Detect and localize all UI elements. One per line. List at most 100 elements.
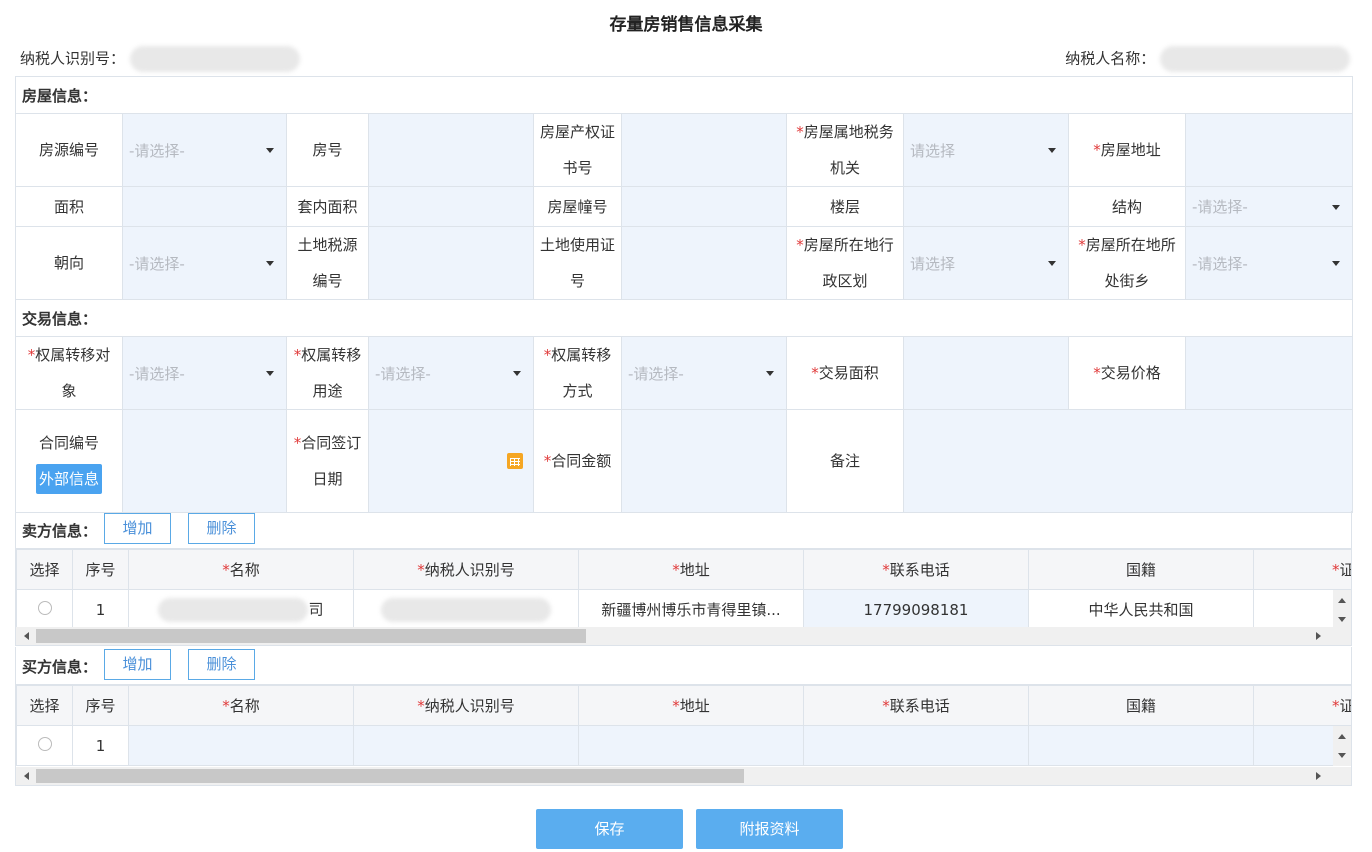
row-taxid[interactable] (353, 589, 579, 630)
taxpayer-id-redacted (129, 46, 300, 72)
buyer-add-button[interactable]: 增加 (104, 649, 171, 680)
col-address: *地址 (578, 685, 804, 726)
table-row[interactable]: 1 司 新疆博州博乐市青得里镇... 17799098181 中华人民共和国 居 (16, 589, 1351, 630)
taxpayer-id: 纳税人识别号： (20, 46, 300, 72)
chevron-down-icon (1332, 261, 1341, 266)
col-seq: 序号 (72, 549, 129, 590)
seller-delete-button[interactable]: 删除 (188, 513, 255, 544)
street-label: *房屋所在地所处街乡 (1068, 226, 1186, 300)
buyer-delete-button[interactable]: 删除 (188, 649, 255, 680)
contract-amount-input[interactable] (621, 409, 787, 513)
save-button[interactable]: 保存 (536, 809, 683, 849)
land-cert-no-input[interactable] (621, 226, 787, 300)
land-tax-no-input[interactable] (368, 226, 534, 300)
row-seq: 1 (72, 725, 129, 766)
sign-date-input[interactable] (368, 409, 534, 513)
col-nationality: 国籍 (1028, 549, 1254, 590)
trade-area-label: *交易面积 (786, 336, 904, 410)
address-input[interactable] (1184, 113, 1354, 187)
house-section-title: 房屋信息： (14, 76, 1354, 114)
sign-date-label: *合同签订日期 (286, 409, 369, 513)
row-radio[interactable] (16, 725, 73, 766)
seller-add-button[interactable]: 增加 (104, 513, 171, 544)
transfer-mode-select[interactable]: -请选择- (621, 336, 787, 410)
district-label: *房屋所在地行政区划 (786, 226, 904, 300)
scroll-right-icon[interactable] (1316, 772, 1321, 780)
district-select[interactable]: 请选择 (903, 226, 1069, 300)
scroll-up-icon[interactable] (1338, 734, 1346, 739)
tax-office-select[interactable]: 请选择 (903, 113, 1069, 187)
chevron-down-icon (1048, 148, 1056, 153)
row-nationality[interactable] (1028, 725, 1254, 766)
building-no-input[interactable] (621, 186, 787, 227)
calendar-icon[interactable] (507, 453, 523, 469)
scroll-up-icon[interactable] (1338, 598, 1346, 603)
scroll-down-icon[interactable] (1338, 753, 1346, 758)
contract-no-label: 合同编号 (38, 434, 99, 452)
chevron-down-icon (266, 148, 274, 153)
room-no-input[interactable] (368, 113, 534, 187)
scroll-left-icon[interactable] (24, 772, 29, 780)
scroll-down-icon[interactable] (1338, 617, 1346, 622)
contract-amount-label: *合同金额 (533, 409, 622, 513)
structure-label: 结构 (1068, 186, 1186, 227)
cert-no-input[interactable] (621, 113, 787, 187)
col-taxid: *纳税人识别号 (353, 549, 579, 590)
transfer-use-select[interactable]: -请选择- (368, 336, 534, 410)
area-input[interactable] (122, 186, 287, 227)
col-taxid: *纳税人识别号 (353, 685, 579, 726)
row-seq: 1 (72, 589, 129, 630)
orientation-select[interactable]: -请选择- (122, 226, 287, 300)
taxpayer-name-label: 纳税人名称： (1065, 49, 1156, 68)
floor-label: 楼层 (786, 186, 904, 227)
chevron-down-icon (1048, 261, 1056, 266)
tax-office-label: *房屋属地税务机关 (786, 113, 904, 187)
structure-select[interactable]: -请选择- (1184, 186, 1354, 227)
row-phone[interactable] (803, 725, 1029, 766)
chevron-down-icon (266, 371, 274, 376)
seller-vscroll[interactable] (1333, 590, 1351, 630)
table-row[interactable]: 1 (16, 725, 1351, 766)
floor-input[interactable] (903, 186, 1069, 227)
cert-no-label: 房屋产权证书号 (533, 113, 622, 187)
taxpayer-id-label: 纳税人识别号： (20, 49, 126, 68)
street-select[interactable]: -请选择- (1184, 226, 1354, 300)
row-taxid[interactable] (353, 725, 579, 766)
row-address[interactable] (578, 725, 804, 766)
transfer-object-select[interactable]: -请选择- (122, 336, 287, 410)
seller-scroll-thumb[interactable] (36, 629, 586, 643)
scroll-left-icon[interactable] (24, 632, 29, 640)
row-name[interactable] (128, 725, 354, 766)
address-label: *房屋地址 (1068, 113, 1186, 187)
row-phone[interactable]: 17799098181 (803, 589, 1029, 630)
row-name[interactable]: 司 (128, 589, 354, 630)
buyer-hscroll[interactable] (16, 767, 1351, 785)
remark-input[interactable] (902, 409, 1354, 513)
room-no-label: 房号 (286, 113, 369, 187)
external-info-button[interactable]: 外部信息 (35, 464, 102, 494)
contract-no-input[interactable] (122, 409, 287, 513)
chevron-down-icon (1332, 204, 1341, 210)
buyer-scroll-thumb[interactable] (36, 769, 744, 783)
buyer-grid: 选择 序号 *名称 *纳税人识别号 *地址 *联系电话 国籍 *证 1 (15, 684, 1352, 786)
scroll-right-icon[interactable] (1316, 632, 1321, 640)
inner-area-input[interactable] (368, 186, 534, 227)
buyer-vscroll[interactable] (1333, 726, 1351, 766)
trade-price-label: *交易价格 (1068, 336, 1186, 410)
transfer-mode-label: *权属转移方式 (533, 336, 622, 410)
seller-bar: 卖方信息： 增加 删除 (15, 511, 1352, 548)
source-no-select[interactable]: -请选择- (122, 113, 287, 187)
seller-hscroll[interactable] (16, 627, 1351, 645)
trade-area-input[interactable] (903, 336, 1069, 410)
row-address[interactable]: 新疆博州博乐市青得里镇... (578, 589, 804, 630)
col-select: 选择 (16, 685, 73, 726)
trade-price-input[interactable] (1184, 336, 1354, 410)
col-cert: *证 (1253, 549, 1351, 590)
seller-section-title: 卖方信息： (22, 522, 98, 540)
col-phone: *联系电话 (803, 685, 1029, 726)
col-cert: *证 (1253, 685, 1351, 726)
attach-button[interactable]: 附报资料 (696, 809, 843, 849)
info-form: 房屋信息： 房源编号 -请选择- 房号 房屋产权证书号 *房屋属地税务机关 请选… (14, 76, 1354, 513)
row-radio[interactable] (16, 589, 73, 630)
row-nationality[interactable]: 中华人民共和国 (1028, 589, 1254, 630)
